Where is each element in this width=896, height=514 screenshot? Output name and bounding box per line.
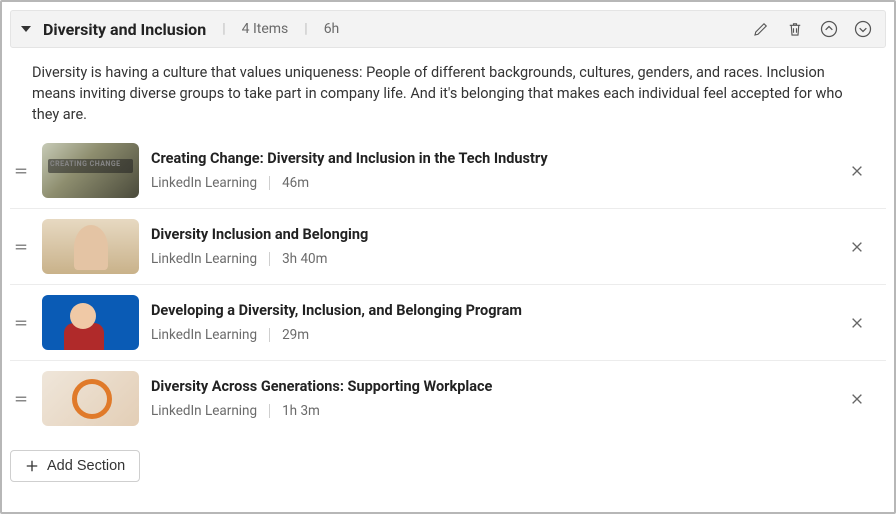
section-title: Diversity and Inclusion [43,20,206,39]
section-header: Diversity and Inclusion | 4 Items | 6h [10,10,886,48]
edit-button[interactable] [749,17,773,41]
item-source: LinkedIn Learning [151,403,257,419]
pencil-icon [752,20,770,38]
section-duration: 6h [324,21,340,37]
section-description: Diversity is having a culture that value… [10,48,886,133]
drag-icon [14,392,28,406]
add-section-button[interactable]: Add Section [10,450,140,482]
separator: | [222,21,225,37]
item-duration: 29m [282,327,309,343]
list-item: Diversity Across Generations: Supporting… [10,361,886,436]
drag-handle[interactable] [12,164,30,178]
move-down-button[interactable] [851,17,875,41]
item-title[interactable]: Developing a Diversity, Inclusion, and B… [151,302,830,319]
item-source: LinkedIn Learning [151,327,257,343]
move-up-button[interactable] [817,17,841,41]
remove-item-button[interactable] [842,308,872,338]
separator [269,404,270,418]
add-section-label: Add Section [47,458,125,474]
thumbnail-text: CREATING CHANGE [50,160,121,168]
trash-icon [786,20,804,38]
chevron-down-circle-icon [853,19,873,39]
separator [269,252,270,266]
list-item: Developing a Diversity, Inclusion, and B… [10,285,886,361]
remove-item-button[interactable] [842,384,872,414]
list-item: Diversity Inclusion and Belonging Linked… [10,209,886,285]
separator: | [304,21,307,37]
item-title[interactable]: Diversity Inclusion and Belonging [151,226,830,243]
chevron-up-circle-icon [819,19,839,39]
drag-handle[interactable] [12,392,30,406]
item-title[interactable]: Diversity Across Generations: Supporting… [151,378,830,395]
item-duration: 3h 40m [282,251,327,267]
item-source: LinkedIn Learning [151,175,257,191]
drag-handle[interactable] [12,316,30,330]
item-duration: 1h 3m [282,403,320,419]
separator [269,328,270,342]
plus-icon [25,459,39,473]
items-list: CREATING CHANGE Creating Change: Diversi… [10,133,886,436]
remove-item-button[interactable] [842,232,872,262]
delete-button[interactable] [783,17,807,41]
drag-handle[interactable] [12,240,30,254]
collapse-toggle-icon[interactable] [21,26,31,32]
drag-icon [14,240,28,254]
item-thumbnail[interactable]: CREATING CHANGE [42,143,139,198]
section-item-count: 4 Items [242,21,289,37]
drag-icon [14,316,28,330]
close-icon [850,316,864,330]
remove-item-button[interactable] [842,156,872,186]
drag-icon [14,164,28,178]
item-duration: 46m [282,175,309,191]
item-title[interactable]: Creating Change: Diversity and Inclusion… [151,150,830,167]
item-source: LinkedIn Learning [151,251,257,267]
close-icon [850,240,864,254]
close-icon [850,392,864,406]
item-thumbnail[interactable] [42,295,139,350]
item-thumbnail[interactable] [42,219,139,274]
separator [269,176,270,190]
item-thumbnail[interactable] [42,371,139,426]
close-icon [850,164,864,178]
list-item: CREATING CHANGE Creating Change: Diversi… [10,133,886,209]
